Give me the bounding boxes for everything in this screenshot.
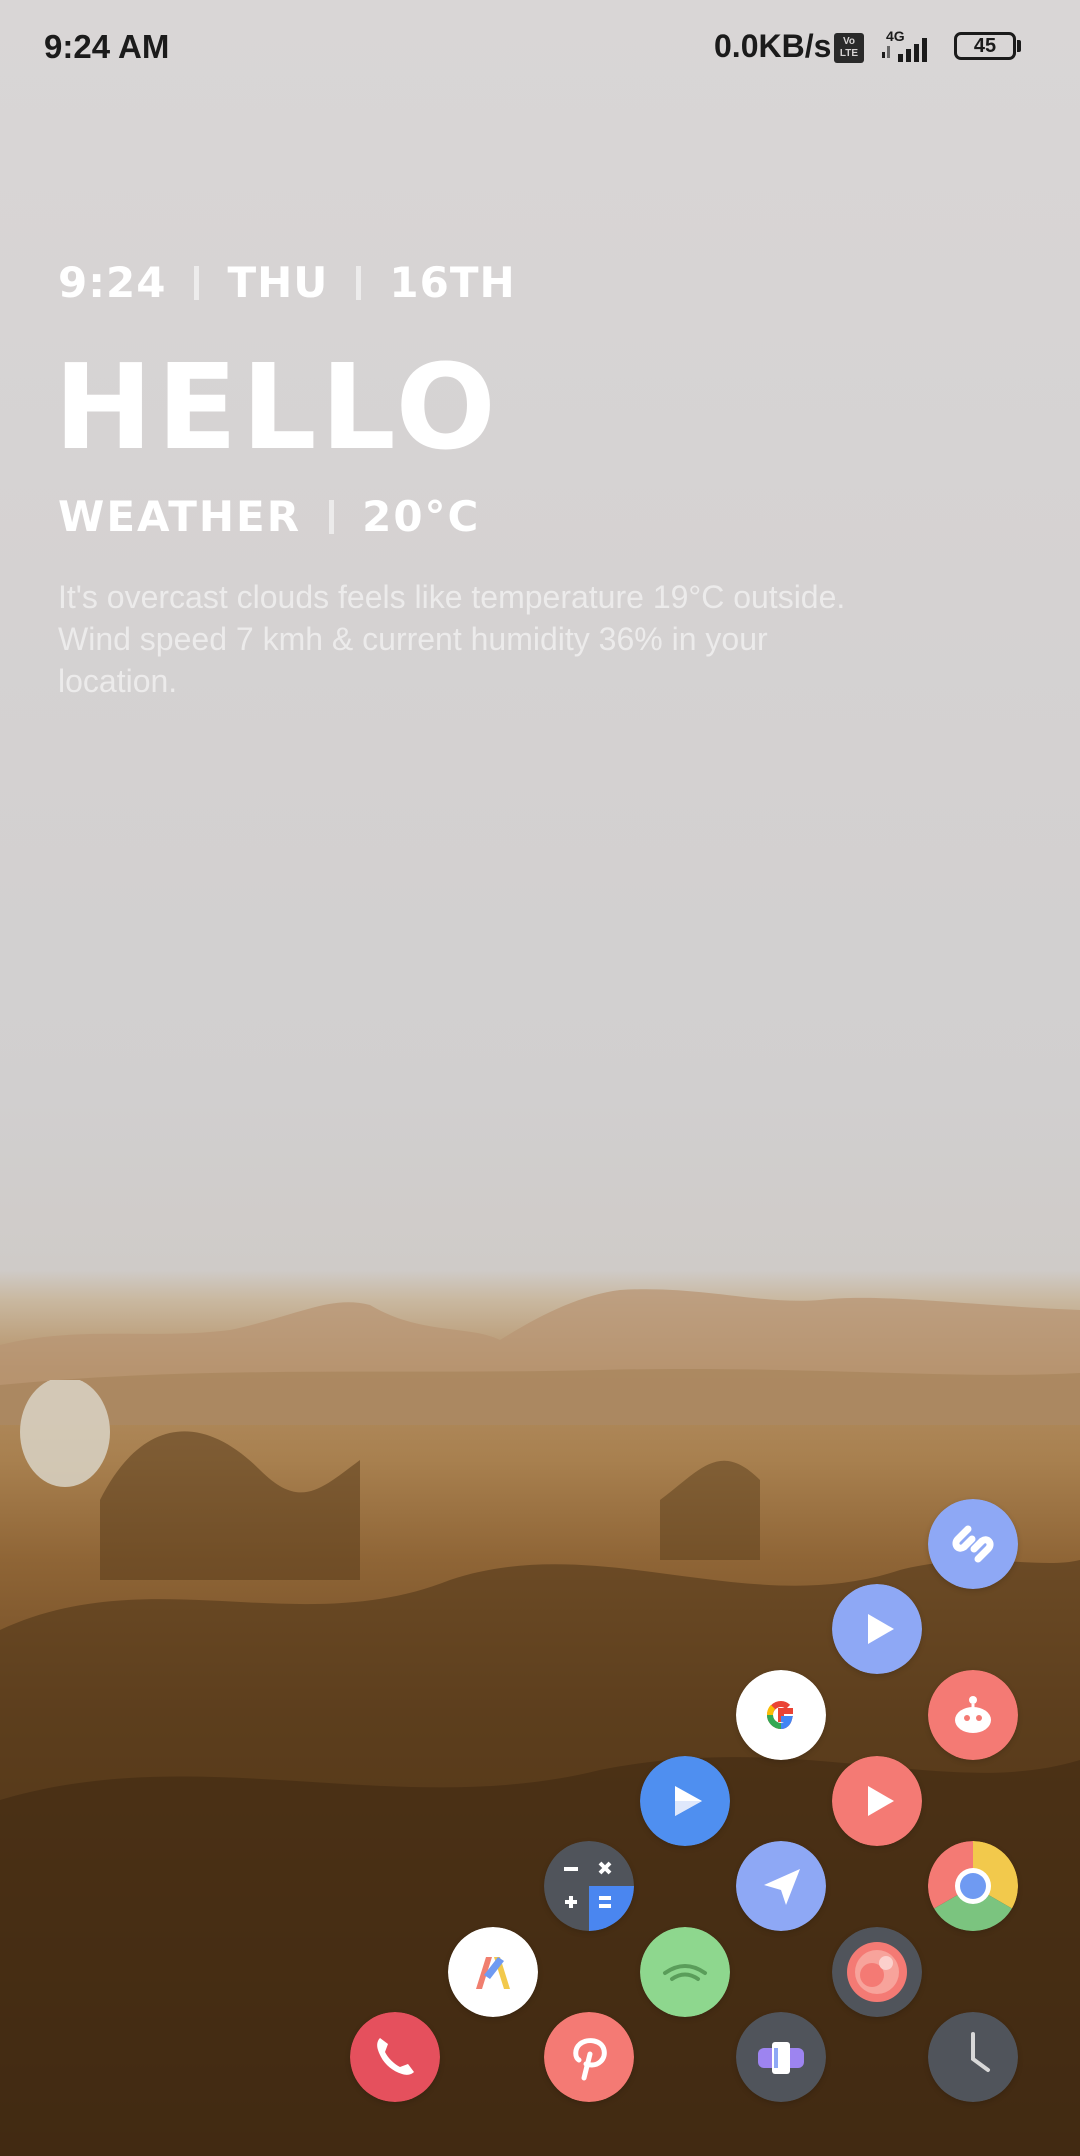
divider [194,265,200,300]
volte-icon: Vo LTE [834,33,864,63]
youtube-icon[interactable] [832,1756,922,1846]
widget-date: 16TH [389,258,516,307]
weather-description: It's overcast clouds feels like temperat… [58,579,846,699]
widget-time: 9:24 [58,258,167,307]
widget-greeting: HELLO [54,338,500,476]
play-icon[interactable] [832,1584,922,1674]
divider [329,499,335,534]
status-bar: 9:24 AM 0.0KB/s Vo LTE 4G 45 [0,0,1080,96]
battery-icon: 45 [954,32,1016,60]
send-arrow-icon[interactable] [736,1841,826,1931]
signal-icon: 4G [880,28,940,64]
volte-label-top: Vo [842,36,856,47]
wifi-icon[interactable] [640,1927,730,2017]
divider [356,265,362,300]
widget-weather-line: WEATHER 20°C [58,492,480,541]
letter-a-icon[interactable] [448,1927,538,2017]
gallery-icon[interactable] [736,2012,826,2102]
reddit-icon[interactable] [928,1670,1018,1760]
pinterest-icon[interactable] [544,2012,634,2102]
battery-level: 45 [973,35,997,57]
clock-icon[interactable] [928,2012,1018,2102]
network-speed: 0.0KB/s [714,28,832,64]
camera-lens-icon[interactable] [832,1927,922,2017]
battery-tip [1017,40,1021,52]
widget-day: THU [227,258,329,307]
wallpaper-grass [0,1380,1080,2156]
calculator-icon[interactable] [544,1841,634,1931]
phone-icon[interactable] [350,2012,440,2102]
weather-label: WEATHER [58,492,302,541]
play-store-icon[interactable] [640,1756,730,1846]
widget-date-line: 9:24 THU 16TH [58,258,516,307]
chrome-icon[interactable] [928,1841,1018,1931]
status-time: 9:24 AM [44,28,170,65]
weather-temperature: 20°C [362,492,481,541]
shazam-icon[interactable] [928,1499,1018,1589]
volte-label-bottom: LTE [839,48,859,59]
google-icon[interactable] [736,1670,826,1760]
